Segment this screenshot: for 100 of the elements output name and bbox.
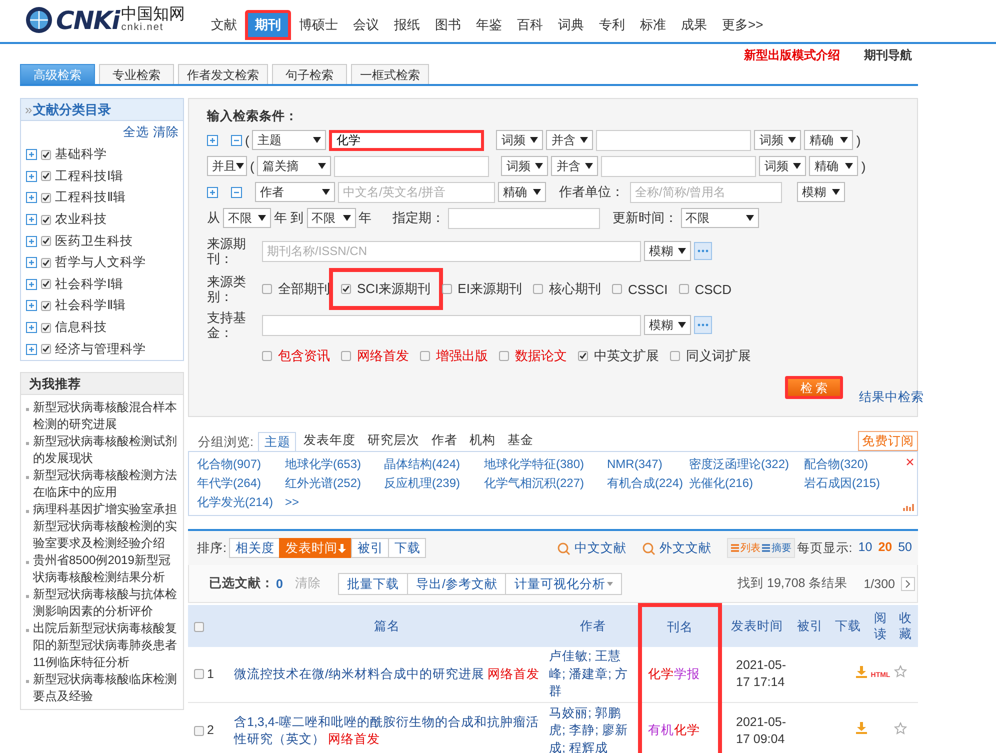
download-icon[interactable] <box>856 722 867 734</box>
recommend-link[interactable]: 病理科基因扩增实验室承担新型冠状病毒核酸检测的实验室要求及检测经验介绍 <box>33 500 179 552</box>
group-tab[interactable]: 主题 <box>258 432 296 452</box>
facet-link[interactable]: 地球化学(653) <box>285 455 384 473</box>
checkbox[interactable] <box>442 284 452 294</box>
language-filter-link[interactable]: 中文文献 <box>574 540 626 556</box>
facet-link[interactable]: 年代学(264) <box>197 474 285 492</box>
checkbox-label[interactable]: 同义词扩展 <box>686 347 751 365</box>
more-icon[interactable] <box>694 316 712 334</box>
checkbox-label[interactable]: 网络首发 <box>357 347 409 365</box>
recommend-link[interactable]: 贵州省8500例2019新型冠状病毒核酸检测结果分析 <box>33 552 179 586</box>
facet-link[interactable]: 化学发光(214) <box>197 493 285 511</box>
nav-tab[interactable]: 图书 <box>428 10 468 40</box>
dropdown[interactable]: 词频 <box>759 156 806 176</box>
checkbox[interactable] <box>41 236 51 246</box>
checkbox[interactable] <box>41 344 51 354</box>
nav-tab[interactable]: 报纸 <box>387 10 427 40</box>
article-title-link[interactable]: 含1,3,4-噻二唑和吡唑的酰胺衍生物的合成和抗肿瘤活性研究（英文） 网络首发 <box>234 714 542 748</box>
dropdown[interactable]: 并且 <box>207 156 247 176</box>
author-names[interactable]: 马姣丽; 郭鹏虎; 李静; 廖新成; 程辉成 <box>549 704 634 753</box>
checkbox[interactable] <box>41 214 51 225</box>
plus-icon[interactable] <box>26 344 37 355</box>
facet-link[interactable]: 配合物(320) <box>804 455 909 473</box>
dropdown[interactable]: 作者 <box>255 182 335 202</box>
checkbox-label[interactable]: 数据论文 <box>515 347 567 365</box>
checkbox-label[interactable]: 中英文扩展 <box>594 347 659 365</box>
plus-icon[interactable] <box>26 214 37 226</box>
dropdown[interactable]: 篇关摘 <box>257 156 332 176</box>
dropdown[interactable]: 模糊 <box>797 182 845 202</box>
group-tab[interactable]: 研究层次 <box>362 431 424 451</box>
search-input[interactable] <box>596 130 752 150</box>
checkbox-label[interactable]: SCI来源期刊 <box>357 280 431 298</box>
author-input[interactable]: 中文名/英文名/拼音 <box>338 182 495 202</box>
dropdown[interactable]: 并含 <box>546 130 594 150</box>
clear-link[interactable]: 清除 <box>153 124 179 141</box>
checkbox[interactable] <box>262 284 272 294</box>
checkbox[interactable] <box>41 258 51 268</box>
dropdown[interactable]: 不限 <box>306 208 356 228</box>
category-label[interactable]: 社会科学Ⅱ辑 <box>55 297 126 314</box>
search-input[interactable] <box>601 156 756 176</box>
nav-tab[interactable]: 成果 <box>674 10 714 40</box>
recommend-link[interactable]: 出院后新型冠状病毒核酸复阳的新型冠状病毒肺炎患者11例临床特征分析 <box>33 620 179 671</box>
category-label[interactable]: 基础科学 <box>55 146 107 164</box>
dropdown[interactable]: 模糊 <box>644 241 691 261</box>
search-input[interactable] <box>334 156 490 176</box>
checkbox[interactable] <box>499 351 509 361</box>
author-names[interactable]: 卢佳敏; 王慧峰; 潘建章; 方群 <box>549 648 634 700</box>
download-icon[interactable] <box>856 666 867 678</box>
checkbox[interactable] <box>670 351 680 361</box>
facet-link[interactable]: 地球化学特征(380) <box>484 455 607 473</box>
plus-icon[interactable] <box>26 192 37 204</box>
facet-link[interactable]: 有机合成(224) <box>607 474 689 492</box>
facet-link[interactable]: 化学气相沉积(227) <box>484 474 607 492</box>
period-input[interactable] <box>448 208 600 228</box>
checkbox-label[interactable]: CSCD <box>694 282 732 296</box>
checkbox[interactable] <box>532 284 543 294</box>
checkbox[interactable] <box>194 622 204 632</box>
facet-link[interactable]: 反应机理(239) <box>384 474 484 492</box>
plus-icon[interactable] <box>207 186 218 198</box>
affiliation-input[interactable]: 全称/简称/曾用名 <box>630 182 782 202</box>
checkbox-label[interactable]: 包含资讯 <box>278 347 330 365</box>
sort-button[interactable]: 被引 <box>351 538 390 558</box>
checkbox[interactable] <box>194 726 204 736</box>
dropdown[interactable]: 词频 <box>754 130 802 150</box>
checkbox[interactable] <box>678 284 689 294</box>
recommend-link[interactable]: 新型冠状病毒核酸混合样本检测的研究进展 <box>33 398 179 433</box>
dropdown[interactable]: 并含 <box>551 156 598 176</box>
nav-tab[interactable]: 期刊 <box>245 10 291 40</box>
group-tab[interactable]: 作者 <box>426 431 462 451</box>
journal-input[interactable]: 期刊名称/ISSN/CN <box>262 240 641 262</box>
article-title-link[interactable]: 微流控技术在微/纳米材料合成中的研究进展 网络首发 <box>234 666 542 683</box>
checkbox[interactable] <box>420 351 430 361</box>
dropdown[interactable]: 词频 <box>496 130 544 150</box>
search-tab[interactable]: 专业检索 <box>99 64 174 84</box>
checkbox-label[interactable]: CSSCI <box>628 282 668 296</box>
sort-button[interactable]: 相关度 <box>229 538 280 558</box>
facet-link[interactable]: 岩石成因(215) <box>804 474 909 492</box>
page-size-option[interactable]: 10 <box>858 540 872 556</box>
nav-tab[interactable]: 专利 <box>592 10 632 40</box>
checkbox[interactable] <box>341 284 351 294</box>
column-header[interactable]: 篇名 <box>374 619 400 633</box>
next-page-button[interactable] <box>901 576 915 590</box>
chart-icon[interactable] <box>903 501 914 511</box>
checkbox[interactable] <box>612 284 622 294</box>
category-label[interactable]: 医药卫生科技 <box>55 232 133 250</box>
column-header[interactable]: 作者 <box>580 619 606 633</box>
checkbox[interactable] <box>194 669 204 680</box>
nav-tab[interactable]: 博硕士 <box>292 10 345 40</box>
facet-link[interactable]: NMR(347) <box>607 455 689 473</box>
dropdown[interactable]: 精确 <box>809 156 858 176</box>
column-header[interactable]: 刊名 <box>667 620 693 634</box>
plus-icon[interactable] <box>26 149 37 160</box>
facet-link[interactable]: 化合物(907) <box>197 455 285 473</box>
group-tab[interactable]: 机构 <box>464 431 500 451</box>
category-label[interactable]: 农业科技 <box>55 211 107 228</box>
plus-icon[interactable] <box>26 170 37 182</box>
search-tab[interactable]: 句子检索 <box>272 64 347 84</box>
nav-tab[interactable]: 标准 <box>633 10 673 40</box>
plus-icon[interactable] <box>26 278 37 290</box>
nav-tab[interactable]: 年鉴 <box>469 10 509 40</box>
